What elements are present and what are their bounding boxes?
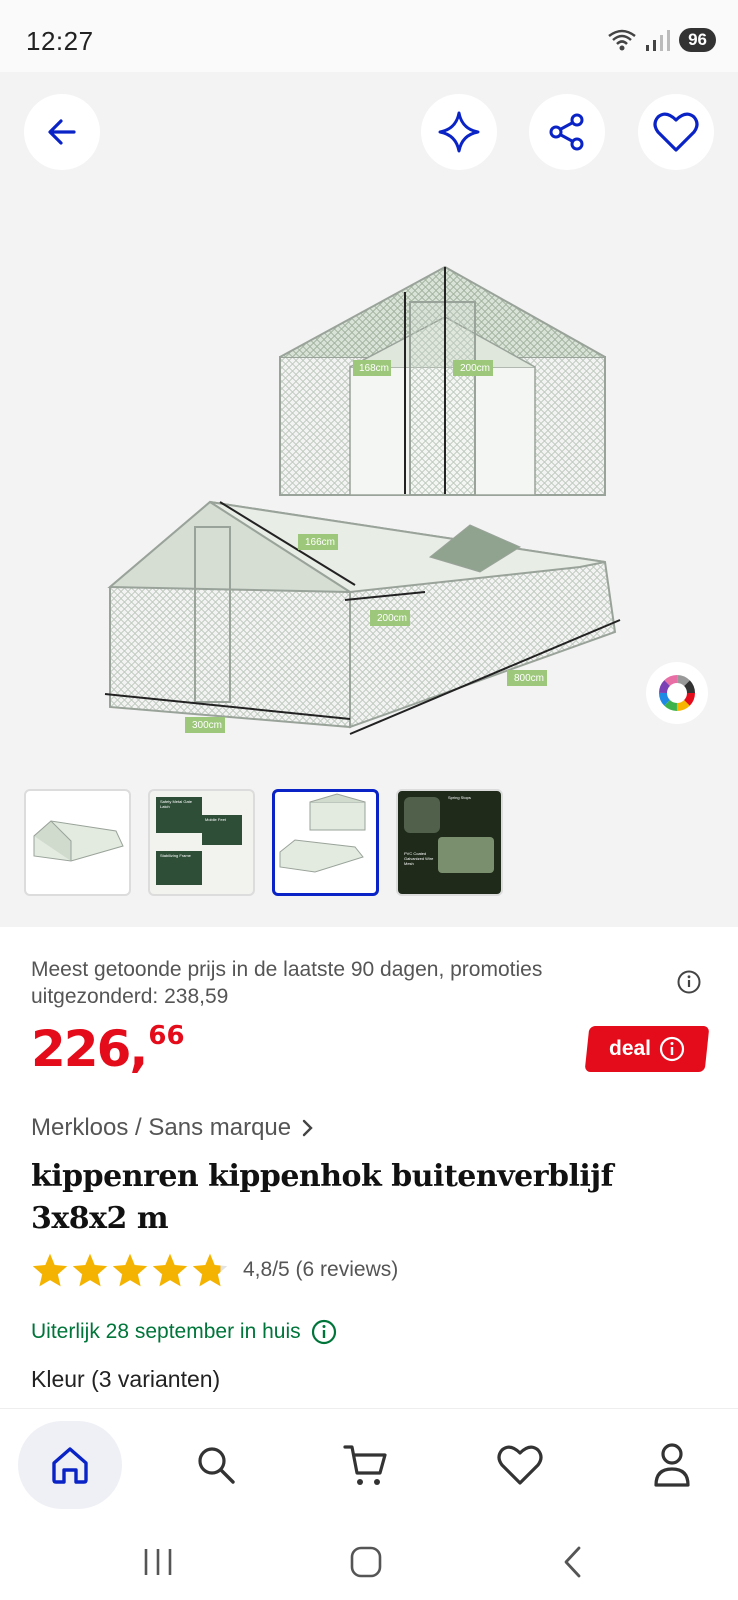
ai-assistant-button[interactable] <box>421 94 497 170</box>
side-view <box>104 500 621 735</box>
back-button[interactable] <box>24 94 100 170</box>
cart-icon <box>343 1445 387 1485</box>
thumb-caption: PVC Coated Galvanized Wire Mesh <box>404 851 434 866</box>
battery-indicator: 96 <box>679 28 716 52</box>
price-main: 226, <box>31 1020 148 1078</box>
nav-wishlist[interactable] <box>474 1421 566 1509</box>
price: 226,66 <box>31 1020 185 1078</box>
home-icon <box>52 1447 88 1484</box>
thumbnail-4[interactable]: Spring Stops PVC Coated Galvanized Wire … <box>396 789 503 896</box>
info-icon[interactable] <box>677 970 701 994</box>
thumb-caption: Stabilizing Frame <box>160 853 191 858</box>
signal-icon <box>646 30 671 51</box>
star-icon <box>112 1253 148 1287</box>
thumbnail-strip: Safety Metal Gate Latch Mobile Feet Stab… <box>24 789 503 896</box>
sparkle-icon <box>438 111 480 153</box>
account-icon <box>654 1443 690 1487</box>
info-icon <box>659 1036 685 1062</box>
share-icon <box>549 113 584 151</box>
home-square-icon <box>350 1546 382 1578</box>
recent-apps-icon <box>144 1549 172 1575</box>
heart-outline-icon <box>653 112 699 152</box>
thumbnail-1[interactable] <box>24 789 131 896</box>
status-bar: 12:27 96 <box>0 0 738 72</box>
arrow-left-icon <box>48 119 76 145</box>
thumbnail-2[interactable]: Safety Metal Gate Latch Mobile Feet Stab… <box>148 789 255 896</box>
thumb-caption: Safety Metal Gate Latch <box>160 799 193 809</box>
star-rating <box>31 1252 229 1288</box>
brand-name: Merkloos / Sans marque <box>31 1114 292 1141</box>
dimension-label: 200cm <box>459 363 490 374</box>
chevron-right-icon <box>302 1119 313 1137</box>
delivery-info[interactable]: Uiterlijk 28 september in huis <box>31 1319 337 1345</box>
dimension-label: 800cm <box>513 673 544 684</box>
product-image <box>104 265 621 735</box>
star-icon <box>192 1253 228 1287</box>
price-cents: 66 <box>148 1021 185 1051</box>
status-icons: 96 <box>607 28 716 52</box>
delivery-text: Uiterlijk 28 september in huis <box>31 1320 301 1343</box>
nav-home[interactable] <box>18 1421 122 1509</box>
nav-cart[interactable] <box>320 1421 412 1509</box>
nav-account[interactable] <box>626 1421 718 1509</box>
search-icon <box>198 1447 235 1484</box>
star-icon <box>32 1253 68 1287</box>
share-button[interactable] <box>529 94 605 170</box>
heart-icon <box>497 1445 543 1485</box>
rating[interactable]: 4,8/5 (6 reviews) <box>31 1252 398 1288</box>
info-icon <box>311 1319 336 1345</box>
star-icon <box>72 1253 108 1287</box>
thumb-caption: Mobile Feet <box>205 817 226 822</box>
thumbnail-3[interactable] <box>272 789 379 896</box>
status-time: 12:27 <box>26 26 94 56</box>
deal-label: deal <box>608 1037 652 1060</box>
color-wheel-icon <box>659 675 695 711</box>
recent-apps-button[interactable] <box>128 1542 188 1582</box>
bottom-navigation <box>0 1408 738 1524</box>
wifi-icon <box>608 29 636 51</box>
back-system-button[interactable] <box>543 1542 603 1582</box>
dimension-label: 168cm <box>358 363 389 374</box>
home-system-button[interactable] <box>336 1542 396 1582</box>
dimension-label: 166cm <box>304 537 335 548</box>
system-navigation-bar <box>0 1524 738 1600</box>
chevron-left-icon <box>564 1546 581 1578</box>
color-variant-button[interactable] <box>646 662 708 724</box>
star-icon <box>152 1253 188 1287</box>
dimension-label: 300cm <box>191 720 222 731</box>
dimension-label: 200cm <box>376 613 407 624</box>
nav-search[interactable] <box>170 1421 262 1509</box>
rating-text: 4,8/5 (6 reviews) <box>243 1258 399 1281</box>
front-view <box>279 265 606 496</box>
brand-link[interactable]: Merkloos / Sans marque <box>31 1114 315 1142</box>
favorite-button[interactable] <box>638 94 714 170</box>
product-title: kippenren kippenhok buitenverblijf 3x8x2… <box>31 1159 614 1236</box>
product-gallery[interactable]: 168cm 200cm 166cm 200cm 800cm 300cm Safe… <box>0 72 738 927</box>
thumb-caption: Spring Stops <box>448 795 471 800</box>
deal-badge[interactable]: deal <box>584 1026 710 1072</box>
lowest-price-note: Meest getoonde prijs in de laatste 90 da… <box>31 958 543 1008</box>
variant-selector-label[interactable]: Kleur (3 varianten) <box>31 1366 220 1393</box>
